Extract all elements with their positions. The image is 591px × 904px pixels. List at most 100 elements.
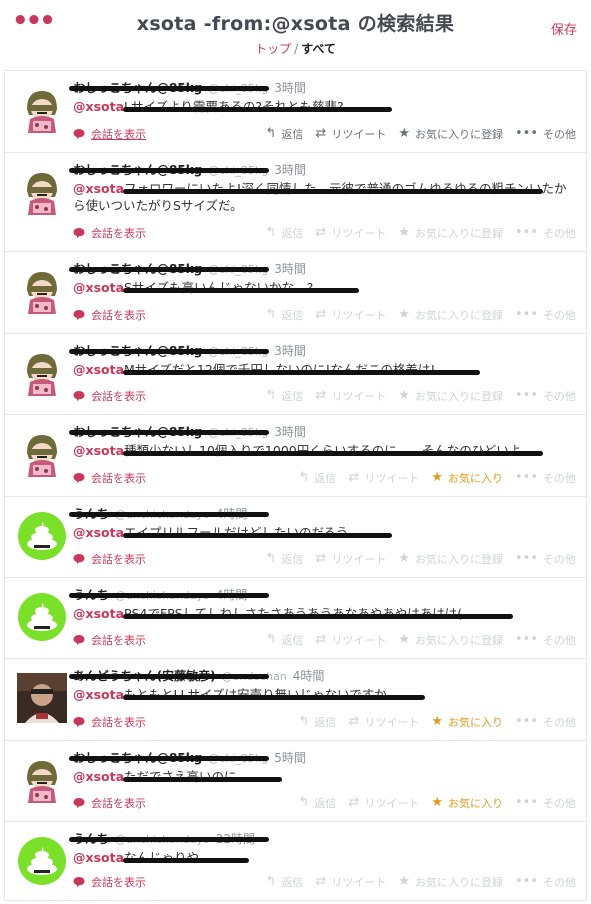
save-search-button[interactable]: 保存 bbox=[551, 19, 577, 38]
avatar[interactable] bbox=[17, 85, 67, 135]
reply-button[interactable]: ↰ 返信 bbox=[299, 714, 337, 730]
breadcrumb: トップ / すべて bbox=[0, 40, 591, 57]
redaction-mark bbox=[69, 430, 269, 435]
tweet-time[interactable]: 3時間 bbox=[274, 344, 306, 358]
redaction-mark bbox=[69, 267, 269, 272]
reply-button[interactable]: ↰ 返信 bbox=[266, 551, 304, 567]
reply-button[interactable]: ↰ 返信 bbox=[299, 470, 337, 486]
mention-link[interactable]: @xsota bbox=[73, 687, 124, 702]
avatar[interactable] bbox=[17, 836, 67, 886]
show-conversation-link[interactable]: 会話を表示 bbox=[73, 470, 146, 486]
favorite-button[interactable]: ★ お気に入りに登録 bbox=[398, 632, 503, 648]
avatar[interactable] bbox=[17, 673, 67, 723]
avatar[interactable] bbox=[17, 755, 67, 805]
show-conversation-link[interactable]: 会話を表示 bbox=[73, 307, 146, 323]
avatar[interactable] bbox=[17, 429, 67, 479]
tweet-time[interactable]: 3時間 bbox=[274, 262, 306, 276]
favorite-button[interactable]: ★ お気に入りに登録 bbox=[398, 225, 503, 241]
more-button[interactable]: ••• その他 bbox=[515, 795, 576, 811]
mention-link[interactable]: @xsota bbox=[73, 606, 124, 621]
mention-link[interactable]: @xsota bbox=[73, 769, 124, 784]
tweet-time[interactable]: 3時間 bbox=[274, 81, 306, 95]
show-conversation-link[interactable]: 会話を表示 bbox=[73, 632, 146, 648]
more-button[interactable]: ••• その他 bbox=[515, 126, 576, 142]
show-conversation-link[interactable]: 会話を表示 bbox=[73, 551, 146, 567]
tweet-row[interactable]: うんち@unchichandayo4時間@xsotaPS4でFPSしてしねしさた… bbox=[5, 578, 586, 659]
tweet-time[interactable]: 4時間 bbox=[293, 669, 325, 683]
show-conversation-link[interactable]: 会話を表示 bbox=[73, 795, 146, 811]
favorite-button[interactable]: ★ お気に入りに登録 bbox=[398, 126, 503, 142]
avatar[interactable] bbox=[17, 511, 67, 561]
show-conversation-link[interactable]: 会話を表示 bbox=[73, 126, 146, 142]
tweet-row[interactable]: おしっこちゃん@85kg@chi_85kg3時間@xsotaLサイズより需要ある… bbox=[5, 71, 586, 153]
more-button[interactable]: ••• その他 bbox=[515, 307, 576, 323]
favorite-button[interactable]: ★ お気に入りに登録 bbox=[398, 874, 503, 890]
breadcrumb-top-link[interactable]: トップ bbox=[255, 42, 291, 56]
tweet-row[interactable]: あんどうちゃん(安藤敏彦)@andochan4時間@xsotaもともとLLサイズ… bbox=[5, 659, 586, 741]
more-button[interactable]: ••• その他 bbox=[515, 874, 576, 890]
tweet-row[interactable]: おしっこちゃん@85kg@chi_85kg5時間@xsotaただでさえ高いのに会… bbox=[5, 741, 586, 822]
reply-button[interactable]: ↰ 返信 bbox=[266, 388, 304, 404]
more-button-label: その他 bbox=[543, 227, 576, 240]
favorite-button[interactable]: ★ お気に入りに登録 bbox=[398, 307, 503, 323]
reply-button[interactable]: ↰ 返信 bbox=[299, 795, 337, 811]
reply-button[interactable]: ↰ 返信 bbox=[266, 225, 304, 241]
tweet-row[interactable]: おしっこちゃん@85kg@chi_85kg3時間@xsotaフォロワーにいたよ!… bbox=[5, 153, 586, 252]
favorite-button[interactable]: ★ お気に入りに登録 bbox=[398, 551, 503, 567]
avatar[interactable] bbox=[17, 592, 67, 642]
more-button[interactable]: ••• その他 bbox=[515, 388, 576, 404]
show-conversation-link[interactable]: 会話を表示 bbox=[73, 874, 146, 890]
show-conversation-link[interactable]: 会話を表示 bbox=[73, 388, 146, 404]
retweet-button[interactable]: ⇄ リツイート bbox=[315, 874, 386, 890]
tweet-time[interactable]: 3時間 bbox=[274, 163, 306, 177]
more-dots-icon: ••• bbox=[514, 126, 538, 141]
more-button[interactable]: ••• その他 bbox=[515, 225, 576, 241]
retweet-button[interactable]: ⇄ リツイート bbox=[315, 307, 386, 323]
avatar[interactable] bbox=[17, 167, 67, 217]
retweet-button[interactable]: ⇄ リツイート bbox=[315, 388, 386, 404]
redaction-mark bbox=[69, 168, 269, 173]
mention-link[interactable]: @xsota bbox=[73, 362, 124, 377]
show-conversation-link[interactable]: 会話を表示 bbox=[73, 225, 146, 241]
tweet-row[interactable]: うんち@unchichandayo22時間@xsotaなんじゃりや会話を表示↰返… bbox=[5, 822, 586, 901]
retweet-button[interactable]: ⇄ リツイート bbox=[348, 470, 419, 486]
more-button[interactable]: ••• その他 bbox=[515, 551, 576, 567]
tweet-row[interactable]: おしっこちゃん@85kg@chi_85kg3時間@xsotaMサイズだと12個で… bbox=[5, 334, 586, 415]
favorite-button[interactable]: ★ お気に入りに登録 bbox=[398, 388, 503, 404]
show-conversation-link[interactable]: 会話を表示 bbox=[73, 714, 146, 730]
mention-link[interactable]: @xsota bbox=[73, 99, 124, 114]
retweet-button[interactable]: ⇄ リツイート bbox=[315, 126, 386, 142]
favorite-button[interactable]: ★ お気に入り bbox=[431, 470, 503, 486]
retweet-button[interactable]: ⇄ リツイート bbox=[348, 795, 419, 811]
more-button[interactable]: ••• その他 bbox=[515, 714, 576, 730]
reply-button[interactable]: ↰ 返信 bbox=[266, 307, 304, 323]
more-button[interactable]: ••• その他 bbox=[515, 632, 576, 648]
tweet-row[interactable]: おしっこちゃん@85kg@chi_85kg3時間@xsota種類少ないし10個入… bbox=[5, 415, 586, 497]
reply-button[interactable]: ↰ 返信 bbox=[266, 126, 304, 142]
reply-button[interactable]: ↰ 返信 bbox=[266, 874, 304, 890]
favorite-button[interactable]: ★ お気に入り bbox=[431, 795, 503, 811]
retweet-icon: ⇄ bbox=[315, 632, 327, 647]
favorite-button[interactable]: ★ お気に入り bbox=[431, 714, 503, 730]
retweet-button[interactable]: ⇄ リツイート bbox=[315, 551, 386, 567]
speech-bubble-icon bbox=[73, 554, 85, 565]
tweet-time[interactable]: 5時間 bbox=[274, 751, 306, 765]
tweet-time[interactable]: 3時間 bbox=[274, 425, 306, 439]
mention-link[interactable]: @xsota bbox=[73, 850, 124, 865]
retweet-button[interactable]: ⇄ リツイート bbox=[348, 714, 419, 730]
more-button[interactable]: ••• その他 bbox=[515, 470, 576, 486]
retweet-button[interactable]: ⇄ リツイート bbox=[315, 225, 386, 241]
avatar[interactable] bbox=[17, 266, 67, 316]
mention-link[interactable]: @xsota bbox=[73, 443, 124, 458]
mention-link[interactable]: @xsota bbox=[73, 525, 124, 540]
retweet-button[interactable]: ⇄ リツイート bbox=[315, 632, 386, 648]
reply-button[interactable]: ↰ 返信 bbox=[266, 632, 304, 648]
retweet-button-label: リツイート bbox=[331, 876, 387, 889]
avatar[interactable] bbox=[17, 348, 67, 398]
mention-link[interactable]: @xsota bbox=[73, 181, 124, 196]
retweet-button-label: リツイート bbox=[331, 634, 387, 647]
tweet-row[interactable]: うんち@unchichandayo4時間@xsotaエイプリルフールだけどしたい… bbox=[5, 497, 586, 578]
tweet-row[interactable]: おしっこちゃん@85kg@chi_85kg3時間@xsotaSサイズも高いんじゃ… bbox=[5, 252, 586, 334]
mention-link[interactable]: @xsota bbox=[73, 280, 124, 295]
more-dots-icon: ••• bbox=[514, 874, 538, 889]
